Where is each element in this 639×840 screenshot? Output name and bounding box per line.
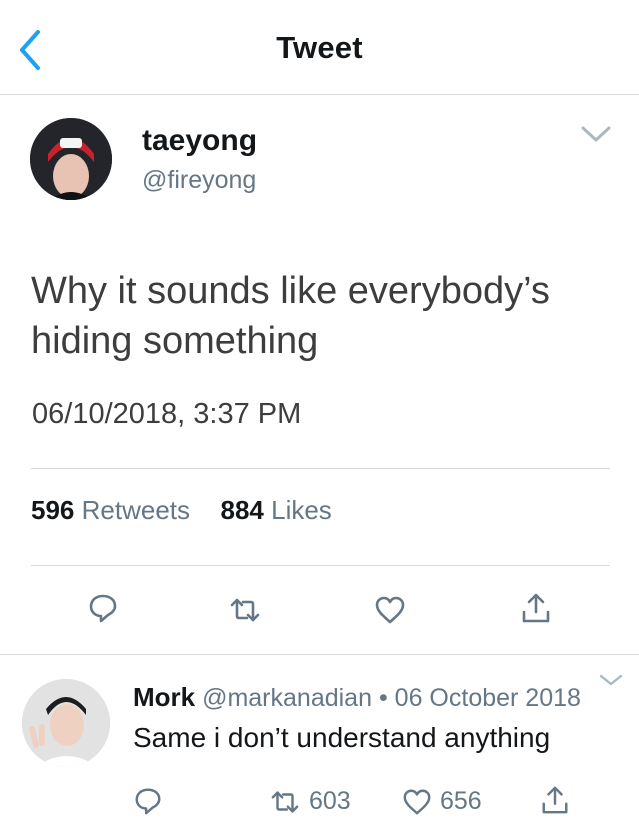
retweet-icon[interactable] <box>270 787 300 817</box>
tweet-text: Why it sounds like everybody’s hiding so… <box>31 270 550 362</box>
avatar[interactable] <box>30 118 112 200</box>
share-icon[interactable] <box>520 592 552 624</box>
author-display-name[interactable]: taeyong <box>142 124 257 158</box>
reply-avatar[interactable] <box>22 679 110 767</box>
meta-separator: • <box>378 684 388 712</box>
reply-meta: Mork @markanadian • 06 October 2018 <box>133 682 581 713</box>
likes-count[interactable]: 884 <box>220 495 263 525</box>
tweet-stats: 596 Retweets 884 Likes <box>31 495 332 526</box>
likes-label[interactable]: Likes <box>271 495 332 525</box>
retweets-count[interactable]: 596 <box>31 495 74 525</box>
reply-retweets-count[interactable]: 603 <box>309 787 351 816</box>
chevron-down-icon[interactable] <box>598 672 624 688</box>
chevron-down-icon[interactable] <box>580 124 612 144</box>
reply-icon[interactable] <box>87 592 119 624</box>
reply-likes-count[interactable]: 656 <box>440 787 482 816</box>
reply-display-name[interactable]: Mork <box>133 682 195 712</box>
retweet-icon[interactable] <box>229 594 261 626</box>
tweet-timestamp: 06/10/2018, 3:37 PM <box>32 398 302 430</box>
avatar-image <box>30 118 112 200</box>
divider <box>31 468 610 469</box>
page-title: Tweet <box>276 30 363 65</box>
reply-icon[interactable] <box>133 786 163 816</box>
reply-handle[interactable]: @markanadian <box>202 684 372 712</box>
reply-avatar-image <box>22 679 110 767</box>
divider <box>0 654 639 655</box>
reply-date[interactable]: 06 October 2018 <box>395 684 581 712</box>
reply-text: Same i don’t understand anything <box>133 722 551 753</box>
author-handle[interactable]: @fireyong <box>142 166 256 195</box>
divider <box>31 565 610 566</box>
like-icon[interactable] <box>402 787 432 817</box>
like-icon[interactable] <box>374 594 406 626</box>
share-icon[interactable] <box>540 785 570 815</box>
retweets-label[interactable]: Retweets <box>82 495 190 525</box>
